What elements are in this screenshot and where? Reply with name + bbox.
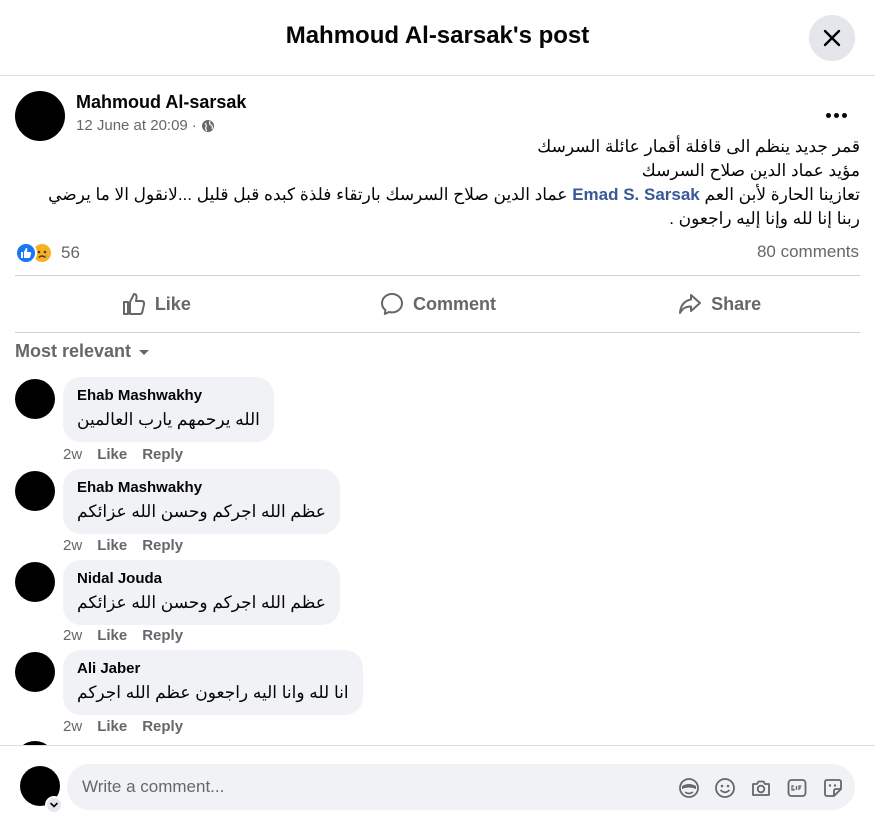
close-button[interactable]	[809, 15, 855, 61]
post-meta: 12 June at 20:09 ·	[76, 117, 215, 134]
caret-down-icon	[139, 349, 150, 355]
close-icon	[823, 29, 841, 47]
post-dialog-header: Mahmoud Al-sarsak's post	[0, 0, 875, 76]
comment-time[interactable]: 2w	[63, 446, 82, 463]
commenter-name[interactable]: Ali Jaber	[77, 659, 349, 679]
comment-text: عظم الله اجركم وحسن الله عزائكم	[77, 593, 326, 612]
commenter-name[interactable]: Ehab Mashwakhy	[77, 386, 260, 406]
commenter-name[interactable]: Ehab Mashwakhy	[77, 478, 326, 498]
comment-like-button[interactable]: Like	[97, 446, 127, 463]
comment-time[interactable]: 2w	[63, 537, 82, 554]
like-button[interactable]: Like	[15, 276, 297, 332]
post-text-line-1: قمر جديد ينظم الى قافلة أقمار عائلة السر…	[537, 137, 860, 156]
meta-separator: ·	[191, 117, 197, 134]
comment-actions: 2w Like Reply	[63, 627, 183, 644]
comment-like-button[interactable]: Like	[97, 537, 127, 554]
comment-text: انا لله وانا اليه راجعون عظم الله اجركم	[77, 683, 349, 702]
like-button-label: Like	[154, 293, 191, 314]
mention-link[interactable]: Emad S. Sarsak	[572, 185, 700, 204]
comment-bubble: Ali Jaber انا لله وانا اليه راجعون عظم ا…	[63, 650, 363, 715]
commenter-avatar[interactable]	[15, 471, 55, 511]
composer-tools	[677, 776, 845, 800]
post-action-bar: Like Comment Share	[15, 275, 860, 333]
post-author-avatar[interactable]	[15, 91, 65, 141]
comment-sort-dropdown[interactable]: Most relevant	[15, 341, 151, 362]
like-reaction-icon	[15, 242, 37, 264]
comment-like-button[interactable]: Like	[97, 627, 127, 644]
share-button-label: Share	[711, 293, 762, 314]
comment-actions: 2w Like Reply	[63, 718, 183, 735]
sticker-icon[interactable]	[821, 776, 845, 800]
comment-time[interactable]: 2w	[63, 627, 82, 644]
post-text: قمر جديد ينظم الى قافلة أقمار عائلة السر…	[40, 135, 860, 231]
post-timestamp[interactable]: 12 June at 20:09	[76, 117, 188, 134]
commenter-name[interactable]: Nidal Jouda	[77, 569, 326, 589]
comment-reply-button[interactable]: Reply	[142, 537, 183, 554]
more-options-button[interactable]	[822, 105, 850, 125]
comment-text: الله يرحمهم يارب العالمين	[77, 410, 260, 429]
avatar-sticker-icon[interactable]	[677, 776, 701, 800]
post-scroll-area[interactable]: Mahmoud Al-sarsak 12 June at 20:09 · قمر…	[0, 77, 875, 745]
comment-time[interactable]: 2w	[63, 718, 82, 735]
more-options-icon	[825, 112, 831, 118]
comments-count-link[interactable]: 80 comments	[757, 242, 859, 262]
comment-bubble: Ehab Mashwakhy عظم الله اجركم وحسن الله …	[63, 469, 340, 534]
profile-switch-chevron[interactable]	[45, 796, 63, 814]
dialog-title: Mahmoud Al-sarsak's post	[285, 22, 590, 49]
comment-button[interactable]: Comment	[297, 276, 579, 332]
comment-button-label: Comment	[413, 293, 497, 314]
reactions-summary[interactable]: 56	[15, 242, 80, 264]
post-author-name[interactable]: Mahmoud Al-sarsak	[76, 92, 246, 113]
comment-bubble: Nidal Jouda عظم الله اجركم وحسن الله عزا…	[63, 560, 340, 625]
chevron-down-icon	[50, 802, 58, 808]
comment-actions: 2w Like Reply	[63, 446, 183, 463]
camera-icon[interactable]	[749, 776, 773, 800]
share-button[interactable]: Share	[578, 276, 860, 332]
comment-reply-button[interactable]: Reply	[142, 718, 183, 735]
comment-composer	[0, 745, 875, 832]
gif-icon[interactable]	[785, 776, 809, 800]
post-text-line-2: مؤيد عماد الدين صلاح السرسك	[641, 161, 860, 180]
comment-bubble: Ehab Mashwakhy الله يرحمهم يارب العالمين	[63, 377, 274, 442]
reaction-count: 56	[61, 243, 80, 262]
comment-bubble-icon	[381, 293, 403, 315]
comment-actions: 2w Like Reply	[63, 537, 183, 554]
comment-text: عظم الله اجركم وحسن الله عزائكم	[77, 502, 326, 521]
commenter-avatar[interactable]	[15, 652, 55, 692]
globe-icon	[201, 119, 214, 132]
comment-like-button[interactable]: Like	[97, 718, 127, 735]
share-arrow-icon	[679, 294, 702, 314]
sort-label: Most relevant	[15, 341, 132, 361]
emoji-icon[interactable]	[713, 776, 737, 800]
commenter-avatar[interactable]	[15, 562, 55, 602]
thumbs-up-icon	[122, 293, 145, 315]
comment-reply-button[interactable]: Reply	[142, 627, 183, 644]
commenter-avatar[interactable]	[15, 379, 55, 419]
post-text-line-3: تعازينا الحارة لأبن العم Emad S. Sarsak …	[48, 185, 860, 228]
comment-reply-button[interactable]: Reply	[142, 446, 183, 463]
